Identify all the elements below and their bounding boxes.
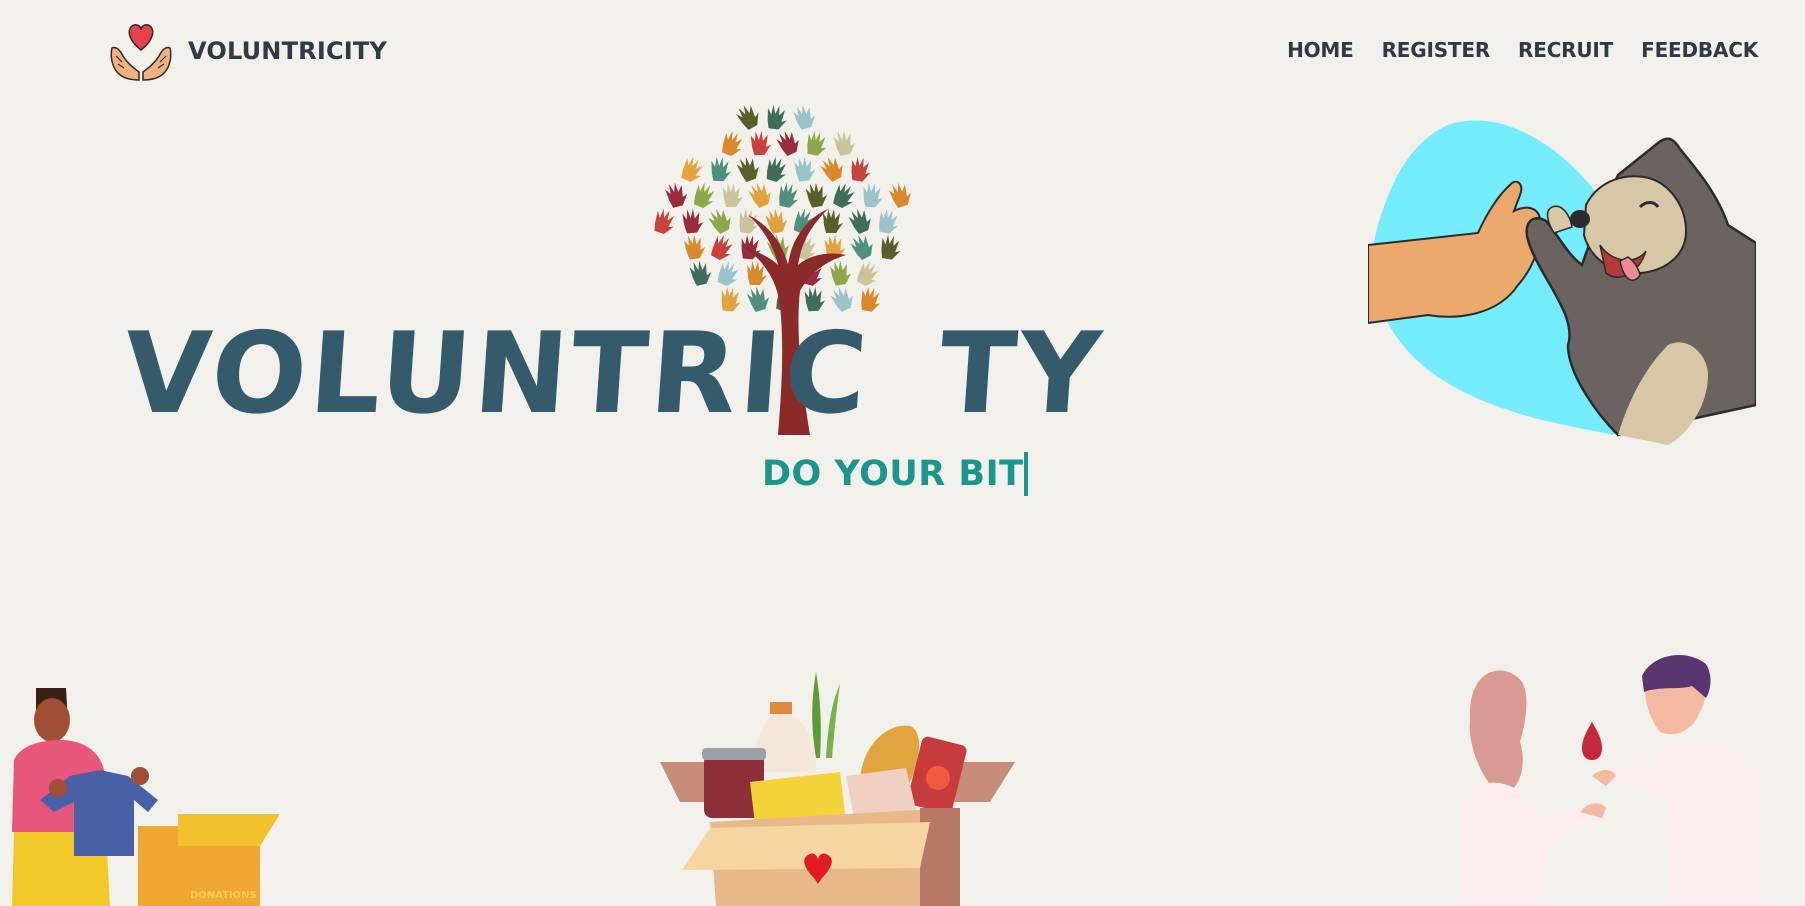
donations-box-label: DONATIONS [190,890,257,901]
hand-print-icon [850,234,873,260]
hand-print-icon [805,182,828,208]
brand-name: VOLUNTRICITY [188,37,388,65]
hand-print-icon [767,105,787,130]
dog-high-five-icon [1368,120,1756,445]
hand-print-icon [693,182,715,208]
hand-print-icon [689,260,712,286]
hand-print-icon [681,156,703,182]
hand-print-icon [736,156,759,182]
landing-page: VOLUNTRICITY HOME REGISTER RECRUIT FEEDB… [0,0,1805,906]
typing-cursor [1024,452,1028,496]
hand-print-icon [856,261,879,286]
hand-print-icon [710,234,733,260]
hands-heart-icon [110,24,172,81]
hero-title: VOLUNTRIC TY [119,309,1108,439]
hand-print-icon [654,208,675,234]
hand-print-icon [863,182,883,208]
hand-print-icon [711,156,731,182]
hand-print-icon [879,208,899,234]
brand[interactable]: VOLUNTRICITY [108,20,387,82]
food-donation-box-icon [660,672,1015,906]
hand-print-icon [833,130,856,156]
hand-print-icon [888,182,911,208]
hand-print-icon [750,130,772,156]
hero-tagline: DO YOUR BIT [762,454,1024,494]
hand-print-icon [881,234,901,260]
nav-feedback[interactable]: FEEDBACK [1641,38,1758,62]
hand-print-icon [748,182,771,208]
hand-print-icon [820,157,843,182]
hand-print-icon [682,208,704,234]
hand-print-icon [683,234,706,260]
hero-title-part1: VOLUNTRIC [119,309,875,439]
hand-print-icon [804,286,826,312]
hand-print-icon [779,182,799,208]
hand-print-icon [807,130,827,156]
nav-register[interactable]: REGISTER [1382,38,1491,62]
hand-print-icon [722,130,743,156]
hand-print-icon [851,156,871,182]
hand-print-icon [848,208,871,234]
hand-print-icon [722,182,744,208]
hand-print-icon [794,156,816,182]
hand-print-icon [717,260,739,286]
hero-title-part2: TY [934,309,1108,439]
hand-print-icon [665,182,688,208]
hand-print-icon [776,130,799,156]
nav-recruit[interactable]: RECRUIT [1518,38,1613,62]
hand-print-icon [766,156,786,182]
hand-print-icon [829,260,852,286]
clothes-donation-icon: DONATIONS [12,688,280,906]
hand-print-icon [823,209,843,233]
hand-print-icon [708,208,731,234]
hand-print-icon [793,105,816,130]
blood-donation-icon [1460,654,1760,906]
hand-print-icon [833,182,855,208]
hand-print-icon [736,105,759,130]
main-nav: HOME REGISTER RECRUIT FEEDBACK [1287,38,1758,62]
nav-home[interactable]: HOME [1287,38,1354,62]
